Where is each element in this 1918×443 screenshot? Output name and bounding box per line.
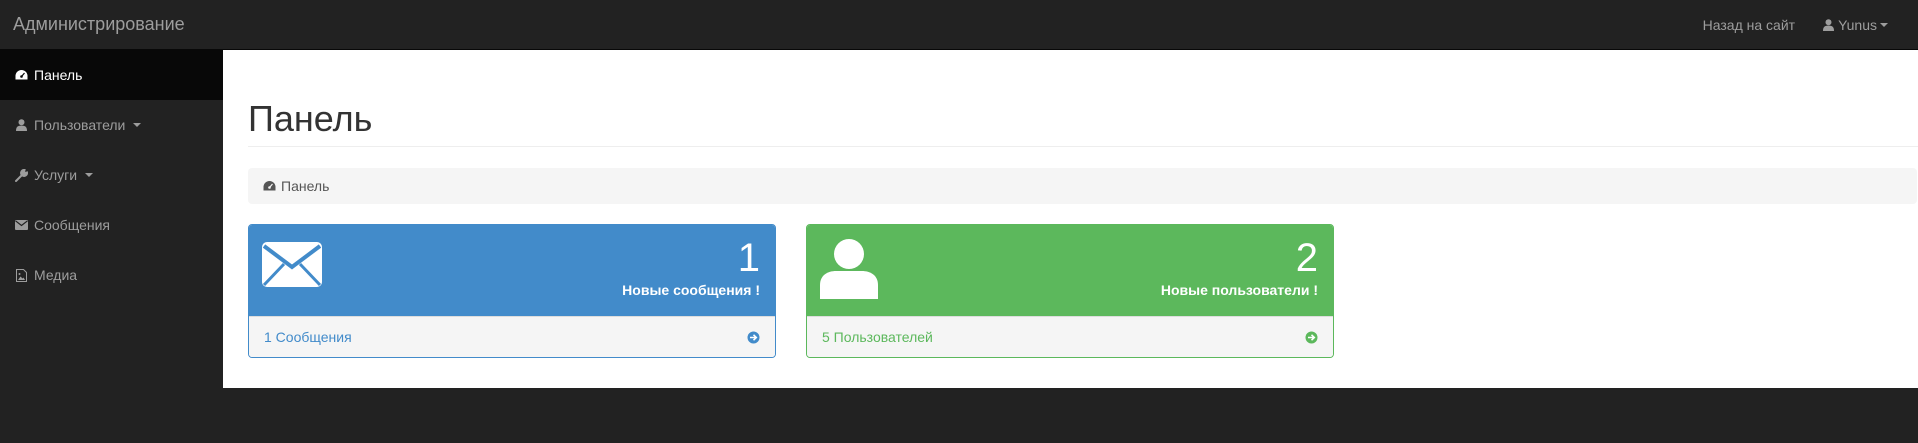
messages-panel: 1 Новые сообщения ! 1 Сообщения xyxy=(248,224,776,358)
envelope-icon xyxy=(15,219,28,232)
page-title: Панель xyxy=(248,98,373,139)
chevron-down-icon xyxy=(1880,23,1888,27)
arrow-circle-right-icon[interactable] xyxy=(1305,331,1318,344)
wrench-icon xyxy=(15,168,28,182)
panel-heading: 1 Новые сообщения ! xyxy=(249,225,775,316)
panel-footer-link[interactable]: 5 Пользователей xyxy=(807,316,1333,357)
new-users-count: 2 xyxy=(1295,236,1318,280)
sidebar-item-label: Сообщения xyxy=(34,217,110,233)
users-panel: 2 Новые пользователи ! 5 Пользователей xyxy=(806,224,1334,358)
new-messages-count: 1 xyxy=(737,236,760,280)
chevron-down-icon xyxy=(85,173,94,177)
breadcrumb-item: Панель xyxy=(281,178,330,194)
sidebar: Панель Пользователи Услуги Сообщения Мед… xyxy=(0,50,223,443)
users-link[interactable]: 5 Пользователей xyxy=(822,329,933,345)
navbar-right: Назад на сайт Yunus xyxy=(1703,0,1918,50)
envelope-icon xyxy=(262,242,322,287)
user-menu[interactable]: Yunus xyxy=(1823,17,1888,33)
divider xyxy=(248,146,1918,147)
messages-link[interactable]: 1 Сообщения xyxy=(264,329,352,345)
back-to-site-link[interactable]: Назад на сайт xyxy=(1703,17,1795,33)
sidebar-item-media[interactable]: Медиа xyxy=(0,250,223,300)
user-icon xyxy=(15,119,28,132)
breadcrumb: Панель xyxy=(248,168,1917,204)
main-content: Панель Панель 1 Новые сообщения ! 1 Сооб… xyxy=(223,50,1918,388)
chevron-down-icon xyxy=(133,123,142,127)
sidebar-item-label: Медиа xyxy=(34,267,78,283)
top-navbar: Администрирование Назад на сайт Yunus xyxy=(0,0,1918,50)
new-users-caption: Новые пользователи ! xyxy=(1160,282,1318,298)
sidebar-item-services[interactable]: Услуги xyxy=(0,150,223,200)
brand-title[interactable]: Администрирование xyxy=(13,14,185,35)
image-file-icon xyxy=(15,268,28,282)
arrow-circle-right-icon[interactable] xyxy=(747,331,760,344)
sidebar-item-users[interactable]: Пользователи xyxy=(0,100,223,150)
sidebar-item-messages[interactable]: Сообщения xyxy=(0,200,223,250)
user-name: Yunus xyxy=(1838,17,1877,33)
new-messages-caption: Новые сообщения ! xyxy=(622,282,760,298)
sidebar-item-dashboard[interactable]: Панель xyxy=(0,50,223,100)
dashboard-icon xyxy=(263,180,276,192)
sidebar-item-label: Услуги xyxy=(34,167,78,183)
panel-footer-link[interactable]: 1 Сообщения xyxy=(249,316,775,357)
dashboard-icon xyxy=(15,69,28,82)
sidebar-item-label: Панель xyxy=(34,67,83,83)
user-icon xyxy=(1823,19,1835,31)
panel-heading: 2 Новые пользователи ! xyxy=(807,225,1333,316)
sidebar-item-label: Пользователи xyxy=(34,117,126,133)
user-icon xyxy=(820,239,878,299)
